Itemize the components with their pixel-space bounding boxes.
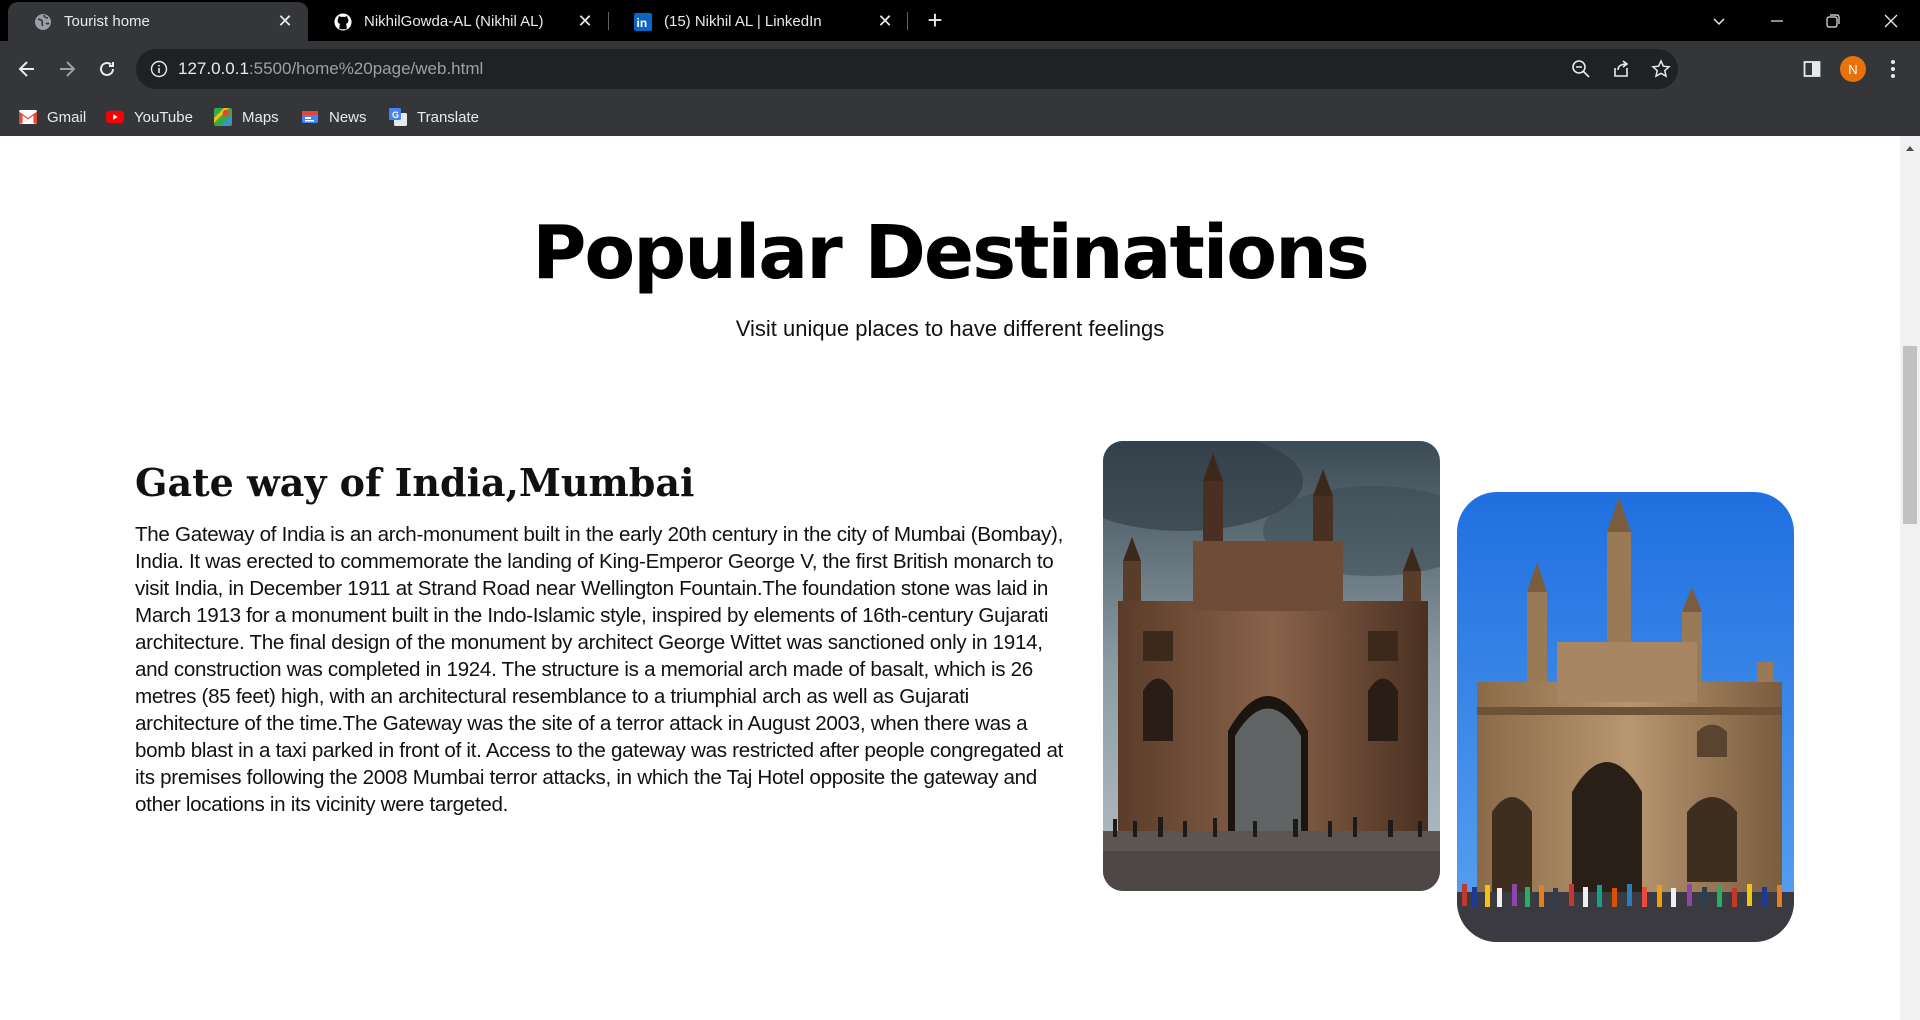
destination-heading: Gate way of India,Mumbai xyxy=(135,460,695,505)
youtube-icon xyxy=(106,108,124,126)
bookmarks-bar: Gmail YouTube Maps News G Translate xyxy=(0,97,1920,136)
translate-icon: G xyxy=(389,108,407,126)
close-icon[interactable]: ✕ xyxy=(276,12,294,30)
bookmark-translate[interactable]: G Translate xyxy=(389,106,479,128)
scroll-up-arrow-icon[interactable] xyxy=(1900,140,1920,156)
gateway-photo-daylight xyxy=(1457,492,1794,942)
github-icon xyxy=(334,12,352,31)
reload-icon xyxy=(100,61,114,76)
tab-separator xyxy=(907,12,908,30)
close-window-icon[interactable] xyxy=(1876,6,1906,36)
bookmark-label: Gmail xyxy=(47,108,87,126)
arrow-right-icon xyxy=(60,61,76,77)
tab-title: Tourist home xyxy=(64,13,150,30)
news-icon xyxy=(301,108,319,126)
restore-icon[interactable] xyxy=(1818,6,1848,36)
star-icon[interactable] xyxy=(1650,58,1672,80)
scrollbar-thumb[interactable] xyxy=(1903,346,1917,524)
tab-search-icon[interactable] xyxy=(1704,6,1734,36)
bookmark-gmail[interactable]: Gmail xyxy=(19,106,86,128)
gateway-photo-cloudy xyxy=(1103,441,1440,891)
maps-icon xyxy=(214,108,232,126)
address-bar[interactable]: 127.0.0.1:5500/home%20page/web.html xyxy=(136,49,1678,89)
tab-title: NikhilGowda-AL (Nikhil AL) xyxy=(364,13,544,30)
bookmark-label: YouTube xyxy=(134,108,193,126)
back-button[interactable] xyxy=(13,55,41,83)
reload-button[interactable] xyxy=(93,55,121,83)
tab-github[interactable]: NikhilGowda-AL (Nikhil AL) ✕ xyxy=(308,2,608,41)
tab-title: (15) Nikhil AL | LinkedIn xyxy=(664,13,822,30)
bookmark-news[interactable]: News xyxy=(301,106,367,128)
share-icon[interactable] xyxy=(1610,58,1632,80)
info-icon[interactable] xyxy=(150,60,168,78)
tab-strip: Tourist home ✕ NikhilGowda-AL (Nikhil AL… xyxy=(0,0,1920,41)
close-icon[interactable]: ✕ xyxy=(576,12,594,30)
arrow-left-icon xyxy=(18,61,34,77)
url-text: 127.0.0.1:5500/home%20page/web.html xyxy=(178,59,484,78)
zoom-icon[interactable] xyxy=(1570,58,1592,80)
page-scrollbar[interactable] xyxy=(1900,136,1920,1020)
bookmark-label: Maps xyxy=(242,108,279,126)
more-menu-icon[interactable] xyxy=(1880,56,1906,82)
bookmark-youtube[interactable]: YouTube xyxy=(106,106,193,128)
bookmark-label: News xyxy=(329,108,367,126)
svg-text:in: in xyxy=(637,16,648,30)
page-viewport: Popular Destinations Visit unique places… xyxy=(0,136,1900,1020)
profile-avatar[interactable]: N xyxy=(1840,56,1866,82)
tab-linkedin[interactable]: in (15) Nikhil AL | LinkedIn ✕ xyxy=(608,2,908,41)
linkedin-icon: in xyxy=(634,12,652,31)
forward-button[interactable] xyxy=(53,55,81,83)
bookmark-maps[interactable]: Maps xyxy=(214,106,279,128)
tab-tourist-home[interactable]: Tourist home ✕ xyxy=(8,2,308,41)
browser-toolbar: 127.0.0.1:5500/home%20page/web.html N xyxy=(0,41,1920,97)
destination-description: The Gateway of India is an arch-monument… xyxy=(135,523,1064,816)
close-icon[interactable]: ✕ xyxy=(876,12,894,30)
globe-icon xyxy=(34,13,52,31)
side-panel-icon[interactable] xyxy=(1799,56,1825,82)
gmail-icon xyxy=(19,108,37,126)
bookmark-label: Translate xyxy=(417,108,479,126)
minimize-icon[interactable] xyxy=(1762,6,1792,36)
page-subtitle: Visit unique places to have different fe… xyxy=(735,316,1165,341)
page-title: Popular Destinations xyxy=(532,210,1370,296)
new-tab-button[interactable]: + xyxy=(922,7,948,34)
svg-text:G: G xyxy=(392,110,399,120)
